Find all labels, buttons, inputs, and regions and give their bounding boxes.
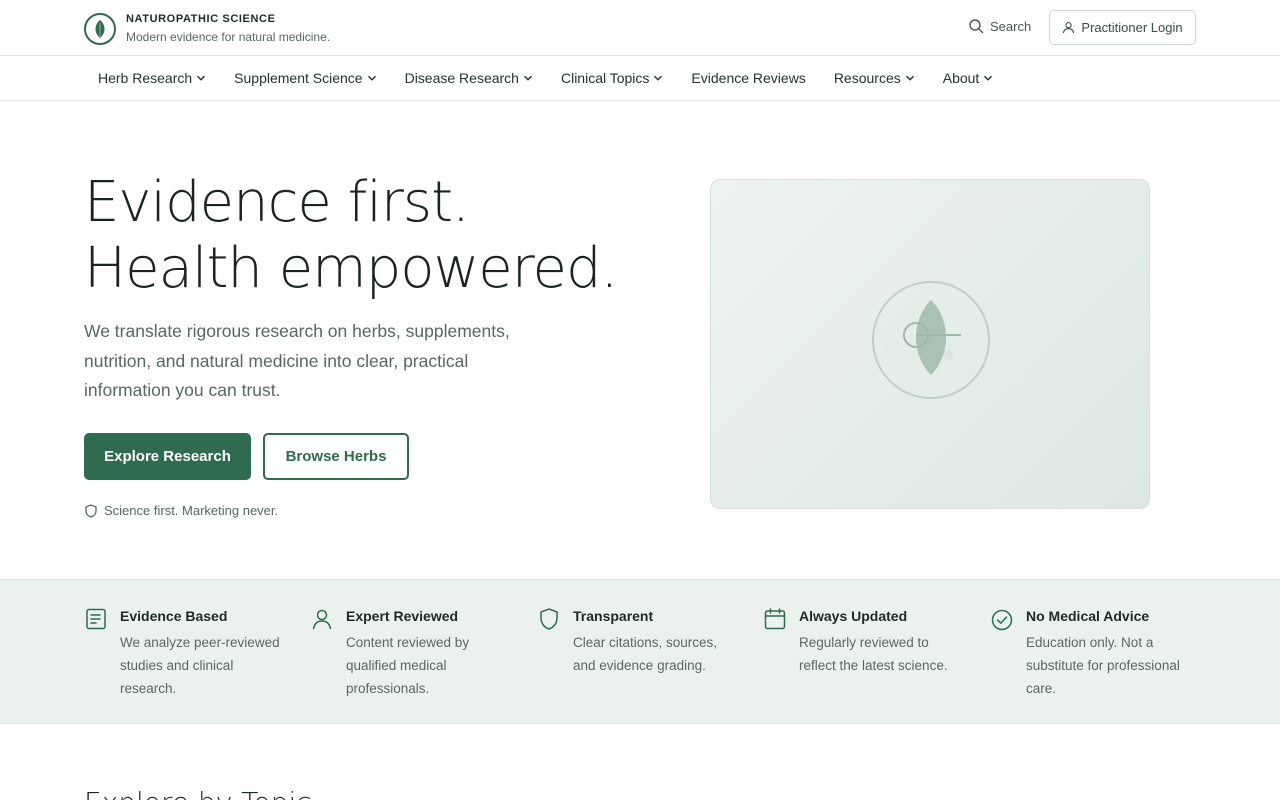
leaf-emblem-icon: [872, 281, 990, 399]
nav-label: Herb Research: [98, 70, 193, 86]
nav-item-supplement-science[interactable]: Supplement Science: [234, 70, 376, 86]
nav-label: Supplement Science: [234, 70, 363, 86]
feature-title: No Medical Advice: [1026, 608, 1150, 624]
chevron-down-icon: [983, 73, 993, 83]
hero-title-line-1: Evidence first.: [84, 170, 470, 235]
nav-label: Disease Research: [404, 70, 519, 86]
hero-illustration: [710, 179, 1150, 509]
nav-item-resources[interactable]: Resources: [834, 70, 915, 86]
user-icon: [312, 609, 332, 630]
nav-item-evidence-reviews[interactable]: Evidence Reviews: [691, 70, 805, 86]
explore-research-button[interactable]: Explore Research: [84, 433, 251, 480]
chevron-down-icon: [367, 73, 377, 83]
feature-title: Evidence Based: [120, 608, 228, 624]
brand-name: NATUROPATHIC SCIENCE: [126, 13, 276, 25]
hero-subtitle: We translate rigorous research on herbs,…: [84, 321, 510, 400]
brand-logo-link[interactable]: NATUROPATHIC SCIENCE Modern evidence for…: [84, 12, 330, 45]
search-icon: [969, 19, 984, 34]
search-label: Search: [990, 18, 1032, 34]
feature-title: Transparent: [573, 608, 654, 624]
features-band: Evidence Based We analyze peer-reviewed …: [0, 579, 1280, 724]
feature-desc: Regularly reviewed to reflect the latest…: [799, 635, 948, 673]
hero-title: Evidence first. Health empowered.: [84, 170, 618, 302]
brand-tagline: Modern evidence for natural medicine.: [126, 30, 331, 44]
user-icon: [1063, 22, 1075, 34]
shield-icon: [540, 608, 558, 630]
site-header: NATUROPATHIC SCIENCE Modern evidence for…: [0, 0, 1280, 56]
search-button[interactable]: Search: [968, 18, 1031, 34]
leaf-icon: [84, 12, 116, 45]
main-nav: Herb Research Supplement Science Disease…: [0, 56, 1280, 101]
nav-item-clinical-topics[interactable]: Clinical Topics: [561, 70, 663, 86]
document-icon: [86, 608, 106, 630]
feature-title: Always Updated: [799, 608, 908, 624]
practitioner-login-button[interactable]: Practitioner Login: [1049, 10, 1196, 45]
hero-title-line-2: Health empowered.: [84, 236, 618, 301]
nav-label: About: [942, 70, 980, 86]
nav-label: Resources: [833, 70, 901, 86]
chevron-down-icon: [196, 73, 206, 83]
chevron-down-icon: [653, 73, 663, 83]
shield-icon: [85, 503, 97, 518]
chevron-down-icon: [523, 73, 533, 83]
browse-herbs-button[interactable]: Browse Herbs: [263, 433, 409, 480]
nav-item-about[interactable]: About: [943, 70, 994, 86]
nav-item-disease-research[interactable]: Disease Research: [405, 70, 533, 86]
nav-label: Clinical Topics: [560, 70, 650, 86]
feature-desc: Clear citations, sources, and evidence g…: [573, 635, 718, 673]
nav-label: Evidence Reviews: [691, 70, 806, 86]
feature-desc: Education only. Not a substitute for pro…: [1026, 635, 1180, 696]
feature-desc: Content reviewed by qualified medical pr…: [346, 635, 470, 696]
motto: Science first. Marketing never.: [84, 503, 278, 518]
calendar-icon: [764, 608, 786, 630]
section-title-explore-by-topic: Explore by Topic: [84, 786, 312, 800]
chevron-down-icon: [905, 73, 915, 83]
nav-item-herb-research[interactable]: Herb Research: [98, 70, 206, 86]
motto-text: Science first. Marketing never.: [104, 503, 279, 518]
feature-desc: We analyze peer-reviewed studies and cli…: [120, 635, 280, 696]
check-circle-icon: [991, 609, 1013, 631]
feature-title: Expert Reviewed: [346, 608, 459, 624]
login-label: Practitioner Login: [1081, 20, 1183, 35]
